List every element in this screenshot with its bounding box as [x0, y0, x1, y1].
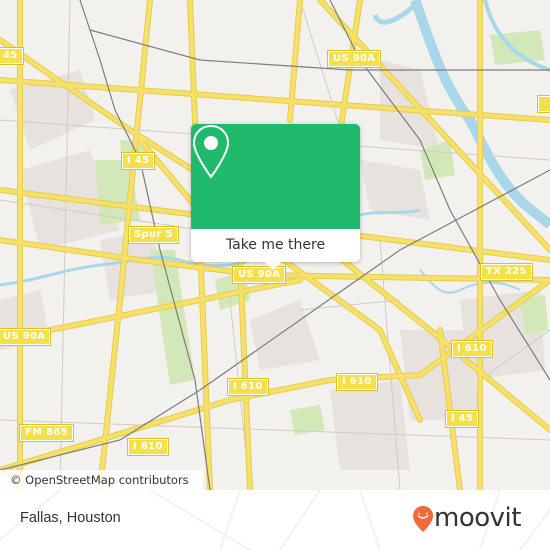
road-shield-spur5: Spur 5: [128, 226, 179, 244]
destination-popup: Take me there: [191, 124, 360, 270]
moovit-logo[interactable]: moovit: [412, 501, 542, 535]
popup-header: [191, 124, 360, 229]
road-shield-i610-east: I 610: [451, 340, 493, 358]
popup-pointer: [264, 261, 282, 270]
road-shield-i610-center: I 610: [336, 373, 378, 391]
map-pin-icon: [192, 124, 230, 179]
road-shield-i610-southwest: I 610: [227, 378, 269, 396]
moovit-pin-icon: [413, 506, 433, 532]
map-canvas[interactable]: I 45 US 90A Spur 5 US 90A US 90A TX 225 …: [0, 0, 550, 490]
road-shield-i45-northwest: 45: [0, 47, 24, 65]
road-shield-us90a-northeast: US 90A: [326, 50, 382, 68]
road-shield-i610-south: I 610: [127, 438, 169, 456]
road-shield-fm865: FM 865: [19, 424, 74, 442]
road-shield-i45-north: I 45: [120, 152, 156, 170]
road-shield-east-partial: [537, 95, 550, 113]
road-shield-tx225: TX 225: [480, 263, 533, 281]
map-attribution[interactable]: © OpenStreetMap contributors: [0, 470, 203, 490]
road-shield-i45-south: I 45: [444, 410, 480, 428]
road-shield-us90a-west: US 90A: [0, 328, 52, 346]
take-me-there-button[interactable]: Take me there: [191, 229, 360, 262]
moovit-wordmark: moovit: [434, 503, 521, 533]
footer-bar: Fallas, Houston moovit: [0, 490, 550, 550]
place-name: Fallas, Houston: [20, 510, 121, 526]
